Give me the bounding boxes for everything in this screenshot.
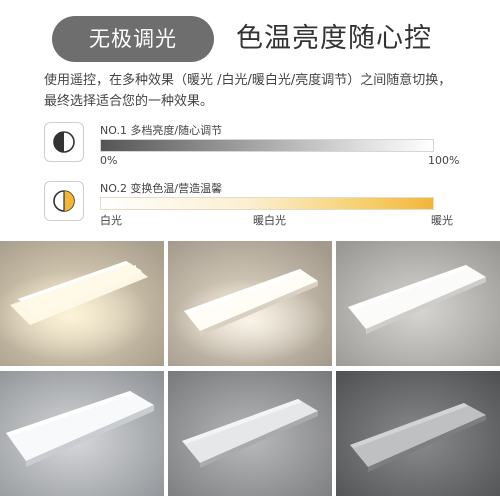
brightness-icon-box — [44, 122, 84, 162]
color-temp-gradient-bar — [100, 197, 434, 210]
half-warm-light-icon — [53, 190, 75, 212]
brightness-max-label: 100% — [428, 154, 460, 167]
lamp-photo-white-bright — [0, 371, 164, 496]
lamp-photo-warm-white — [168, 241, 332, 366]
lamp-photo-white-medium — [168, 371, 332, 496]
brightness-gradient-bar — [100, 139, 434, 152]
color-temp-end-label: 暖光 — [431, 214, 453, 227]
description-text: 使用遥控，在多种效果（暖光 /白光/暖白光/亮度调节）之间随意切换，最终选择适合… — [44, 73, 452, 109]
lamp-photo-white-dim — [336, 371, 500, 496]
brightness-min-label: 0% — [100, 154, 118, 167]
color-temp-mid-label: 暖白光 — [253, 214, 286, 227]
color-temp-start-label: 白光 — [100, 214, 122, 227]
color-temp-icon-box — [44, 181, 84, 221]
title-badge: 无极调光 — [52, 16, 214, 62]
page-headline: 色温亮度随心控 — [236, 23, 432, 54]
brightness-label: NO.1 多档亮度/随心调节 — [100, 124, 223, 137]
lamp-photo-warm — [0, 241, 164, 366]
lamp-photo-neutral — [336, 241, 500, 366]
color-temp-label: NO.2 变换色温/营造温馨 — [100, 182, 223, 195]
half-moon-contrast-icon — [53, 131, 75, 153]
